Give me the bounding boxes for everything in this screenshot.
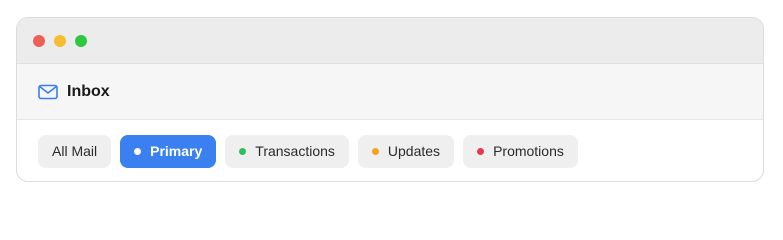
- mail-icon: [38, 84, 58, 100]
- tab-label: Promotions: [493, 143, 564, 159]
- tab-promotions[interactable]: Promotions: [463, 134, 578, 168]
- tab-primary[interactable]: Primary: [120, 134, 217, 168]
- inbox-header: Inbox: [17, 64, 763, 120]
- promotions-dot: [477, 147, 485, 155]
- tab-label: Primary: [150, 143, 203, 159]
- primary-dot: [134, 147, 142, 155]
- minimize-control[interactable]: [54, 34, 66, 47]
- page-title: Inbox: [67, 82, 110, 100]
- updates-dot: [371, 147, 379, 155]
- tab-label: Transactions: [255, 143, 335, 159]
- tab-label: All Mail: [52, 143, 98, 159]
- mail-window: Inbox All Mail Primary Transactions Upda…: [16, 17, 764, 182]
- transactions-dot: [239, 147, 247, 155]
- tab-all-mail[interactable]: All Mail: [38, 134, 112, 168]
- close-control[interactable]: [33, 34, 45, 47]
- mail-tabs: All Mail Primary Transactions Updates Pr…: [17, 120, 763, 181]
- tab-transactions[interactable]: Transactions: [225, 134, 349, 168]
- maximize-control[interactable]: [75, 34, 87, 47]
- title-bar: [17, 18, 763, 64]
- tab-updates[interactable]: Updates: [357, 134, 455, 168]
- tab-label: Updates: [387, 143, 441, 159]
